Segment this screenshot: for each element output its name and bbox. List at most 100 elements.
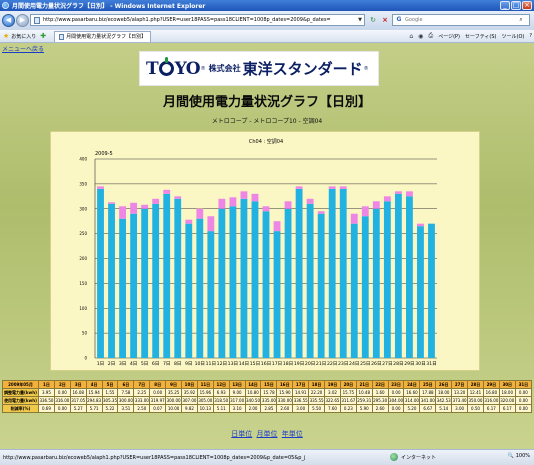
table-cell: 2.85 [260,404,278,413]
table-cell: 3.02 [324,388,341,397]
bar-usage [130,213,138,358]
day-unit-link[interactable]: 日単位 [231,430,252,438]
page-menu[interactable]: ページ(P) [438,33,460,40]
table-cell: 0.23 [339,404,357,413]
bar-adjustment [141,204,149,209]
y-tick-label: 400 [79,157,87,162]
bar-adjustment [207,216,215,232]
bar-adjustment [339,186,347,189]
table-cell: 316.00 [53,396,71,405]
table-cell: 336.55 [292,396,310,405]
table-cell: 15.75 [339,388,357,397]
stop-icon[interactable]: × [380,15,390,25]
bar-adjustment [405,191,413,197]
x-tick-label: 27日 [382,361,392,367]
table-cell: 2.25 [133,388,151,397]
zoom-control[interactable]: 🔍 100% [507,453,530,459]
table-cell: 10.00 [165,404,183,413]
bar-usage [383,201,391,358]
y-tick-label: 300 [79,206,87,211]
table-header-day: 10日 [181,380,198,389]
maximize-icon[interactable]: □ [511,1,521,10]
navigation-bar: ◀ ▶ http://www.pasarbaru.biz/ecoweb5/ala… [0,11,534,30]
table-cell: 2.60 [371,404,389,413]
print-icon[interactable]: ⎙ [428,32,433,40]
refresh-icon[interactable]: ↻ [368,15,378,25]
zone-label: インターネット [401,454,437,461]
table-cell: 7.58 [117,388,135,397]
table-cell: 5.20 [403,404,421,413]
table-cell: 330.00 [276,396,294,405]
bar-adjustment [295,186,303,189]
table-header-day: 31日 [514,380,533,389]
address-dropdown-icon[interactable]: ▼ [356,17,364,23]
page-subtitle: メトロコープ - メトロコープ10 - 空調04 [211,118,323,125]
add-favorite-icon[interactable]: ✚ [40,32,46,40]
tab-current[interactable]: 月間使用電力量状況グラフ【日別】 [54,30,152,42]
y-tick-label: 350 [79,181,87,186]
table-row-label: 調整電力量(kwh) [2,388,39,397]
company-logo: T YO ® 株式会社 東洋スタンダード ® [139,51,379,86]
table-header-day: 16日 [276,380,294,389]
minimize-icon[interactable]: _ [500,1,510,10]
table-cell: 0.00 [514,388,533,397]
table-row: 使用電力量(kwh) 336.50 316.00 317.05 294.83 305.35… [2,396,533,405]
bar-adjustment [251,193,259,202]
x-tick-label: 30日 [415,361,425,367]
favorites-button[interactable]: ★ お気に入り [3,32,36,40]
table-header-day: 15日 [260,380,278,389]
feeds-icon[interactable]: ◉ [418,33,423,40]
table-header-day: 9日 [165,380,183,389]
table-cell: 10.48 [355,388,373,397]
table-cell: 35.92 [181,388,198,397]
search-box[interactable]: G ⌕ [392,14,530,26]
table-cell: 320.00 [498,396,516,405]
address-bar[interactable]: http://www.pasarbaru.biz/ecoweb5/alaph1.… [30,14,365,26]
y-tick-label: 50 [82,331,88,336]
table-cell: 317.05 [69,396,87,405]
table-cell: 333.00 [133,396,151,405]
table-header-day: 23日 [387,380,405,389]
back-icon[interactable]: ◀ [2,14,15,27]
safety-menu[interactable]: セーフティ(S) [465,33,496,40]
table-cell: 294.83 [85,396,103,405]
bar-usage [350,223,358,358]
month-unit-link[interactable]: 月単位 [257,430,278,438]
table-cell: 350.00 [467,396,484,405]
x-tick-label: 20日 [305,361,315,367]
tools-menu[interactable]: ツール(O) [502,33,525,40]
x-tick-label: 8日 [174,361,182,367]
bar-adjustment [163,189,171,194]
bar-usage [306,203,314,358]
address-url[interactable]: http://www.pasarbaru.biz/ecoweb5/alaph1.… [43,17,356,23]
zoom-level[interactable]: 100% [516,453,530,459]
year-unit-link[interactable]: 年単位 [282,430,303,438]
search-input[interactable] [405,17,515,23]
bar-adjustment [350,213,358,224]
table-cell: 15.96 [196,388,214,397]
table-cell: 12.41 [467,388,484,397]
x-tick-label: 2日 [108,361,116,367]
search-icon[interactable]: ⌕ [515,15,527,25]
table-cell: 17.88 [419,388,437,397]
home-icon[interactable]: ⌂ [409,33,413,40]
table-header-day: 28日 [467,380,484,389]
table-cell: 0.07 [149,404,167,413]
table-cell: 314.00 [403,396,421,405]
help-menu[interactable]: ? [529,33,532,39]
table-cell: 342.53 [435,396,453,405]
back-to-menu-link[interactable]: メニューへ戻る [2,44,44,53]
bar-adjustment [229,197,237,207]
tab-label: 月間使用電力量状況グラフ【日別】 [66,34,147,40]
bar-adjustment [372,201,380,209]
close-icon[interactable]: × [522,1,532,10]
forward-icon[interactable]: ▶ [16,14,29,27]
x-tick-label: 12日 [217,361,227,367]
table-cell: 3.00 [292,404,310,413]
bar-adjustment [328,186,336,189]
table-cell: 5.11 [212,404,230,413]
page-icon [34,16,40,24]
chart-title: Ch04 : 空調04 [249,138,283,145]
security-zone: インターネット [390,453,436,461]
bar-usage [361,216,369,358]
